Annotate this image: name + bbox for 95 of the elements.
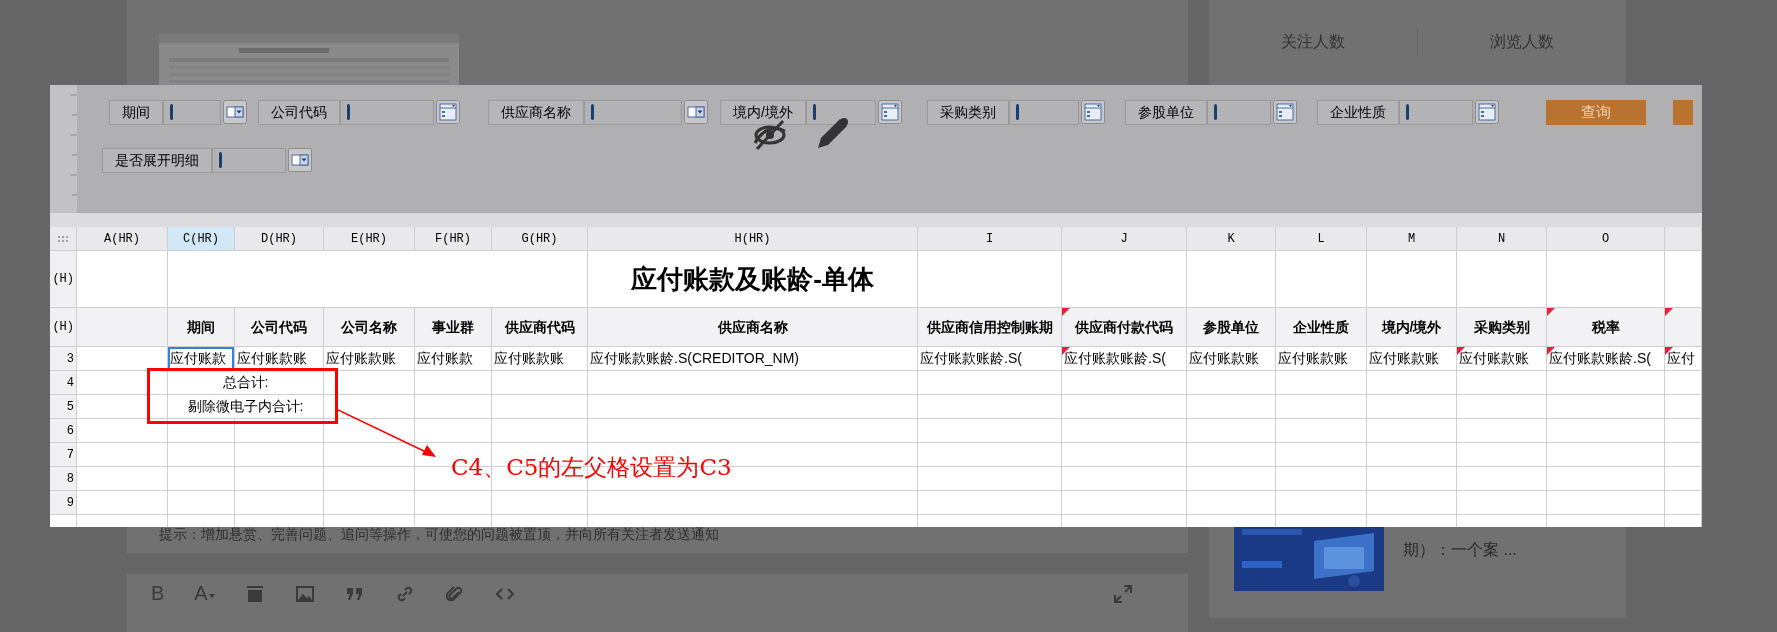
header-cell: 企业性质	[1276, 308, 1367, 347]
dropdown-button[interactable]	[223, 100, 247, 124]
table-cell: 应付账款账龄.S(	[1547, 347, 1665, 371]
table-cell	[1665, 395, 1702, 419]
table-cell	[1665, 467, 1702, 491]
table-cell: 应付账款账	[1276, 347, 1367, 371]
table-cell	[168, 491, 235, 515]
row-header[interactable]: 3	[50, 347, 77, 371]
input-field[interactable]	[163, 99, 221, 125]
row-header[interactable]: 6	[50, 419, 77, 443]
input-field[interactable]	[340, 99, 434, 125]
annotation-text: C4、C5的左父格设置为C3	[451, 456, 732, 478]
header-cell: 参股单位	[1187, 308, 1276, 347]
column-header[interactable]: O	[1547, 227, 1665, 251]
paperclip-icon[interactable]	[444, 583, 465, 604]
header-cell: 境内/境外	[1367, 308, 1457, 347]
header-cell: 事业群	[415, 308, 492, 347]
dropdown-button[interactable]	[288, 148, 312, 172]
column-header[interactable]: H(HR)	[588, 227, 918, 251]
picker-button[interactable]	[1272, 100, 1297, 124]
image-icon[interactable]	[294, 583, 315, 604]
input-field[interactable]	[212, 147, 286, 173]
table-cell	[168, 443, 235, 467]
table-cell: 应付账款	[415, 347, 492, 371]
column-header[interactable]: A(HR)	[77, 227, 168, 251]
column-header[interactable]: G(HR)	[492, 227, 588, 251]
picker-button[interactable]	[436, 100, 460, 124]
filter-label: 参股单位	[1124, 99, 1207, 125]
column-header[interactable]: C(HR)	[168, 227, 235, 251]
table-cell: 应付账款账	[235, 347, 324, 371]
column-header[interactable]: M	[1367, 227, 1457, 251]
row-header[interactable]: 4	[50, 371, 77, 395]
table-cell	[1665, 491, 1702, 515]
input-field[interactable]	[1206, 99, 1271, 125]
hint-text: 提示：增加悬赏、完善问题、追问等操作，可使您的问题被置顶，并向所有关注者发送通知	[159, 525, 719, 544]
column-header[interactable]: L	[1276, 227, 1367, 251]
column-header[interactable]: K	[1187, 227, 1276, 251]
table-cell: 应付账款账	[324, 347, 415, 371]
filter-label: 供应商名称	[488, 99, 584, 125]
row-header[interactable]: 7	[50, 443, 77, 467]
table-cell: 应付账款账	[1367, 347, 1457, 371]
picker-button[interactable]	[1474, 100, 1499, 124]
table-cell: 应付账款账龄.S(CREDITOR_NM)	[588, 347, 918, 371]
table-cell: 应付账款账	[492, 347, 588, 371]
row-header[interactable]: 5	[50, 395, 77, 419]
header-cell: 公司名称	[324, 308, 415, 347]
filter-label: 境内/境外	[720, 99, 806, 125]
column-header[interactable]: I	[918, 227, 1062, 251]
table-cell: 应付	[1665, 347, 1702, 371]
header-cell: 采购类别	[1457, 308, 1547, 347]
filter-label: 是否展开明细	[102, 147, 212, 173]
header-cell: 供应商信用控制账期	[918, 308, 1062, 347]
header-cell: 税率	[1547, 308, 1665, 347]
column-header[interactable]: F(HR)	[415, 227, 492, 251]
input-field[interactable]	[584, 99, 682, 125]
row-header[interactable]: 8	[50, 467, 77, 491]
table-cell	[1665, 371, 1702, 395]
table-cell: 剔除微电子内合计:	[168, 395, 324, 419]
table-cell: 应付账款账龄.S(	[918, 347, 1062, 371]
table-cell	[168, 467, 235, 491]
header-cell: 公司代码	[235, 308, 324, 347]
column-header[interactable]: D(HR)	[235, 227, 324, 251]
header-cell: 供应商付款代码	[1062, 308, 1187, 347]
header-cell: 供应商名称	[588, 308, 918, 347]
calendar-icon[interactable]	[244, 583, 265, 604]
expand-icon[interactable]	[1112, 583, 1133, 604]
table-cell	[1665, 443, 1702, 467]
row-header[interactable]: (H)	[50, 308, 77, 347]
input-field[interactable]	[1398, 99, 1473, 125]
filter-label: 期间	[109, 99, 163, 125]
filter-label: 企业性质	[1316, 99, 1399, 125]
filter-label: 采购类别	[926, 99, 1009, 125]
table-cell: 应付账款	[168, 347, 235, 371]
stat-label: 关注人数	[1281, 32, 1345, 52]
filter-label: 公司代码	[258, 99, 340, 125]
input-field[interactable]	[1008, 99, 1079, 125]
caret-icon	[208, 593, 215, 598]
header-cell: 期间	[168, 308, 235, 347]
input-field[interactable]	[805, 99, 876, 125]
picker-button[interactable]	[877, 100, 902, 124]
table-cell	[1665, 419, 1702, 443]
row-header[interactable]: 9	[50, 491, 77, 515]
table-cell: 应付账款账龄.S(	[1062, 347, 1187, 371]
header-cell: 供应商代码	[492, 308, 588, 347]
column-header[interactable]: J	[1062, 227, 1187, 251]
table-cell: 应付账款账	[1187, 347, 1276, 371]
column-header[interactable]: N	[1457, 227, 1547, 251]
dropdown-button[interactable]	[684, 100, 708, 124]
picker-button[interactable]	[1080, 100, 1105, 124]
row-header[interactable]: (H)	[50, 251, 77, 308]
table-cell: 应付账款账	[1457, 347, 1547, 371]
column-header[interactable]: E(HR)	[324, 227, 415, 251]
grid-dots-icon[interactable]	[58, 235, 68, 242]
report-title: 应付账款及账龄-单体	[588, 251, 918, 308]
stat-label: 浏览人数	[1490, 32, 1554, 52]
